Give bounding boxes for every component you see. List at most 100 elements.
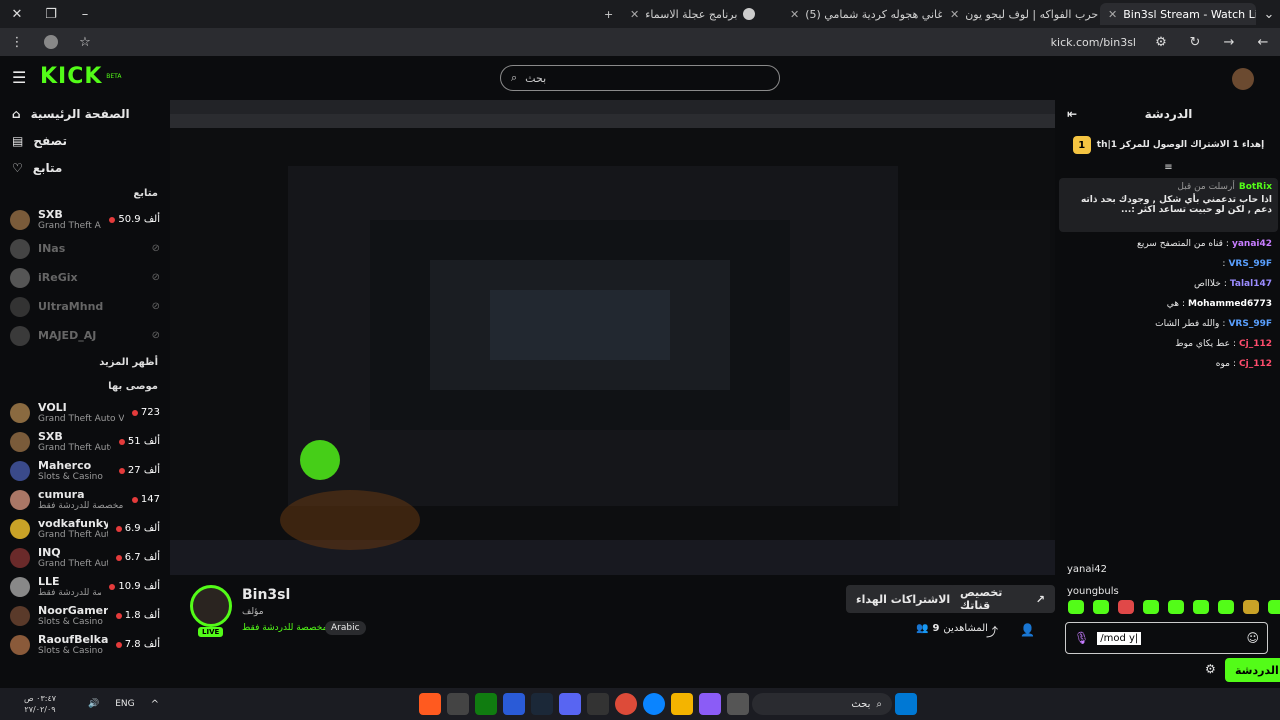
channel-item[interactable]: vodkafunkyGrand Theft Auto V... 6.9 ألف <box>0 514 170 543</box>
app-icon[interactable] <box>727 693 749 715</box>
star-icon[interactable]: ☆ <box>68 28 102 56</box>
emote-icon[interactable] <box>1118 600 1134 614</box>
channel-item[interactable]: MAJED_AJ ⊘ <box>0 321 170 350</box>
chat-username[interactable]: VRS_99F <box>1228 259 1272 269</box>
channel-item[interactable]: SXBGrand Theft Auto ... 50.9 ألف <box>0 205 170 234</box>
channel-avatar <box>10 402 30 423</box>
language-indicator[interactable]: ENG <box>115 699 134 709</box>
emote-icon[interactable] <box>1193 600 1209 614</box>
tab-names-wheel[interactable]: ✕ برنامج عجلة الاسماء <box>622 3 782 25</box>
video-player[interactable] <box>170 100 1055 575</box>
chat-username[interactable]: yanai42 <box>1232 239 1272 249</box>
restore-icon[interactable]: ❐ <box>34 0 68 28</box>
pinned-user[interactable]: BotRix <box>1239 182 1272 192</box>
taskbar-search[interactable]: بحث ⌕ <box>752 693 892 715</box>
xbox-icon[interactable] <box>475 693 497 715</box>
channel-item[interactable]: UltraMhnd ⊘ <box>0 292 170 321</box>
channel-item[interactable]: INas ⊘ <box>0 234 170 263</box>
menu-dots-icon[interactable]: ⋮ <box>0 28 34 56</box>
chat-text: قناه من المتصفح سريع <box>1137 239 1223 249</box>
emote-icon[interactable] <box>1143 600 1159 614</box>
edge-icon[interactable] <box>643 693 665 715</box>
customize-channel-button[interactable]: تخصيص قناتك ↗ <box>950 585 1055 613</box>
minimize-icon[interactable]: ✕ <box>0 0 34 28</box>
chat-username[interactable]: Cj_112 <box>1239 339 1272 349</box>
streamer-name[interactable]: Bin3sl <box>242 587 290 603</box>
app-icon[interactable] <box>503 693 525 715</box>
channel-item[interactable]: SXBGrand Theft Auto V (... 51 ألف <box>0 427 170 456</box>
chrome-icon[interactable] <box>615 693 637 715</box>
channel-item[interactable]: RaoufBelkacemiSlots & Casino 7.8 ألف <box>0 630 170 659</box>
nav-item[interactable]: ⌂ الصفحة الرئيسية <box>0 100 170 127</box>
channel-item[interactable]: INQGrand Theft Auto V... 6.7 ألف <box>0 543 170 572</box>
channel-item[interactable]: VOLIGrand Theft Auto V (G... 723 <box>0 398 170 427</box>
channel-item[interactable]: iReGix ⊘ <box>0 263 170 292</box>
close-icon[interactable]: ✕ <box>790 8 799 21</box>
streamer-avatar[interactable] <box>190 585 232 627</box>
user-add-icon[interactable]: 👤 <box>1020 623 1035 637</box>
mention-suggestion[interactable]: youngbuls <box>1067 586 1119 597</box>
channel-item[interactable]: NoorGamer Slots & Casino 1.8 ألف <box>0 601 170 630</box>
tray-chevron-icon[interactable]: ^ <box>151 699 159 710</box>
language-tag[interactable]: Arabic <box>325 621 366 635</box>
viewer-count: المشاهدين 9 👥 <box>916 623 988 634</box>
mention-suggestion[interactable]: yanai42 <box>1067 564 1107 575</box>
live-dot-icon <box>115 554 122 561</box>
chat-send-button[interactable]: الدردشة <box>1225 658 1280 682</box>
mic-icon[interactable]: 🎙 <box>1074 631 1089 645</box>
nav-item[interactable]: ♡ متابع <box>0 154 170 181</box>
search-input[interactable]: ⌕ بحث <box>500 65 780 91</box>
epic-icon[interactable] <box>587 693 609 715</box>
profile-icon[interactable] <box>34 28 68 56</box>
pinned-banner[interactable]: 1 th|إهداء 1 الاشتراك الوصول للمركز 1 <box>1057 128 1280 162</box>
reload-icon[interactable]: ↻ <box>1178 28 1212 56</box>
brave-icon[interactable] <box>419 693 441 715</box>
emote-icon[interactable] <box>1068 600 1084 614</box>
nav-item[interactable]: ▤ تصفح <box>0 127 170 154</box>
steam-icon[interactable] <box>531 693 553 715</box>
site-settings-icon[interactable]: ⚙ <box>1144 28 1178 56</box>
tab-kick-active[interactable]: ✕ Bin3sl Stream - Watch Live on Kick <box>1100 3 1256 25</box>
tab-search-icon[interactable]: ⌄ <box>1252 0 1280 28</box>
emote-icon[interactable] <box>1243 600 1259 614</box>
new-tab-button[interactable]: + <box>596 3 622 25</box>
folder-icon[interactable] <box>671 693 693 715</box>
close-icon[interactable]: ✕ <box>950 8 959 21</box>
emote-icon[interactable] <box>1168 600 1184 614</box>
channel-item[interactable]: Maherco Slots & Casino 27 ألف <box>0 456 170 485</box>
close-icon[interactable]: ✕ <box>630 8 639 21</box>
kick-logo[interactable]: KICK BETA <box>40 64 121 89</box>
forward-icon[interactable]: → <box>1212 28 1246 56</box>
user-avatar[interactable] <box>1232 68 1254 90</box>
chat-username[interactable]: VRS_99F <box>1228 319 1272 329</box>
emote-icon[interactable] <box>1268 600 1280 614</box>
emoji-icon[interactable]: ☺ <box>1246 631 1259 645</box>
stream-category[interactable]: مخصصة للدردشة فقط <box>242 623 327 633</box>
clock[interactable]: ٠٣:٤٧ ص ٢٧/٠٢/٠٩ <box>0 693 80 715</box>
copilot-icon[interactable] <box>699 693 721 715</box>
channel-item[interactable]: cumura مخصصة للدردشة فقط 147 <box>0 485 170 514</box>
url-field[interactable]: kick.com/bin3sl <box>102 36 1144 49</box>
chat-settings-icon[interactable]: ⚙ <box>1205 662 1216 676</box>
back-icon[interactable]: ← <box>1246 28 1280 56</box>
app-icon[interactable] <box>447 693 469 715</box>
chat-username[interactable]: Cj_112 <box>1239 359 1272 369</box>
live-dot-icon <box>131 496 138 503</box>
emote-icon[interactable] <box>1093 600 1109 614</box>
chat-input[interactable]: 🎙 /mod y| ☺ <box>1065 622 1268 654</box>
channel-item[interactable]: LLEمخصصة للدردشة فقط 10.9 ألف <box>0 572 170 601</box>
chat-username[interactable]: Talal147 <box>1230 279 1272 289</box>
collapse-chat-icon[interactable]: ⇤ <box>1067 107 1077 121</box>
maximize-icon[interactable]: – <box>68 0 102 28</box>
volume-icon[interactable]: 🔊 <box>88 699 99 709</box>
chat-username[interactable]: Mohammed6773 <box>1188 299 1272 309</box>
windows-start-icon[interactable] <box>895 693 917 715</box>
discord-icon[interactable] <box>559 693 581 715</box>
tab-youtube-2[interactable]: ✕ لعبة حرب الفواكه | لوف ليجو يون <box>942 3 1100 25</box>
emote-icon[interactable] <box>1218 600 1234 614</box>
close-icon[interactable]: ✕ <box>1108 8 1117 21</box>
show-more-link[interactable]: أظهر المزيد <box>0 350 170 374</box>
pinned-expand-icon[interactable]: ≡ <box>1057 162 1280 176</box>
tab-youtube-1[interactable]: ✕ (5) اغاني هجوله كردية شمامي - <box>782 3 942 25</box>
hamburger-menu-icon[interactable]: ☰ <box>12 68 26 87</box>
